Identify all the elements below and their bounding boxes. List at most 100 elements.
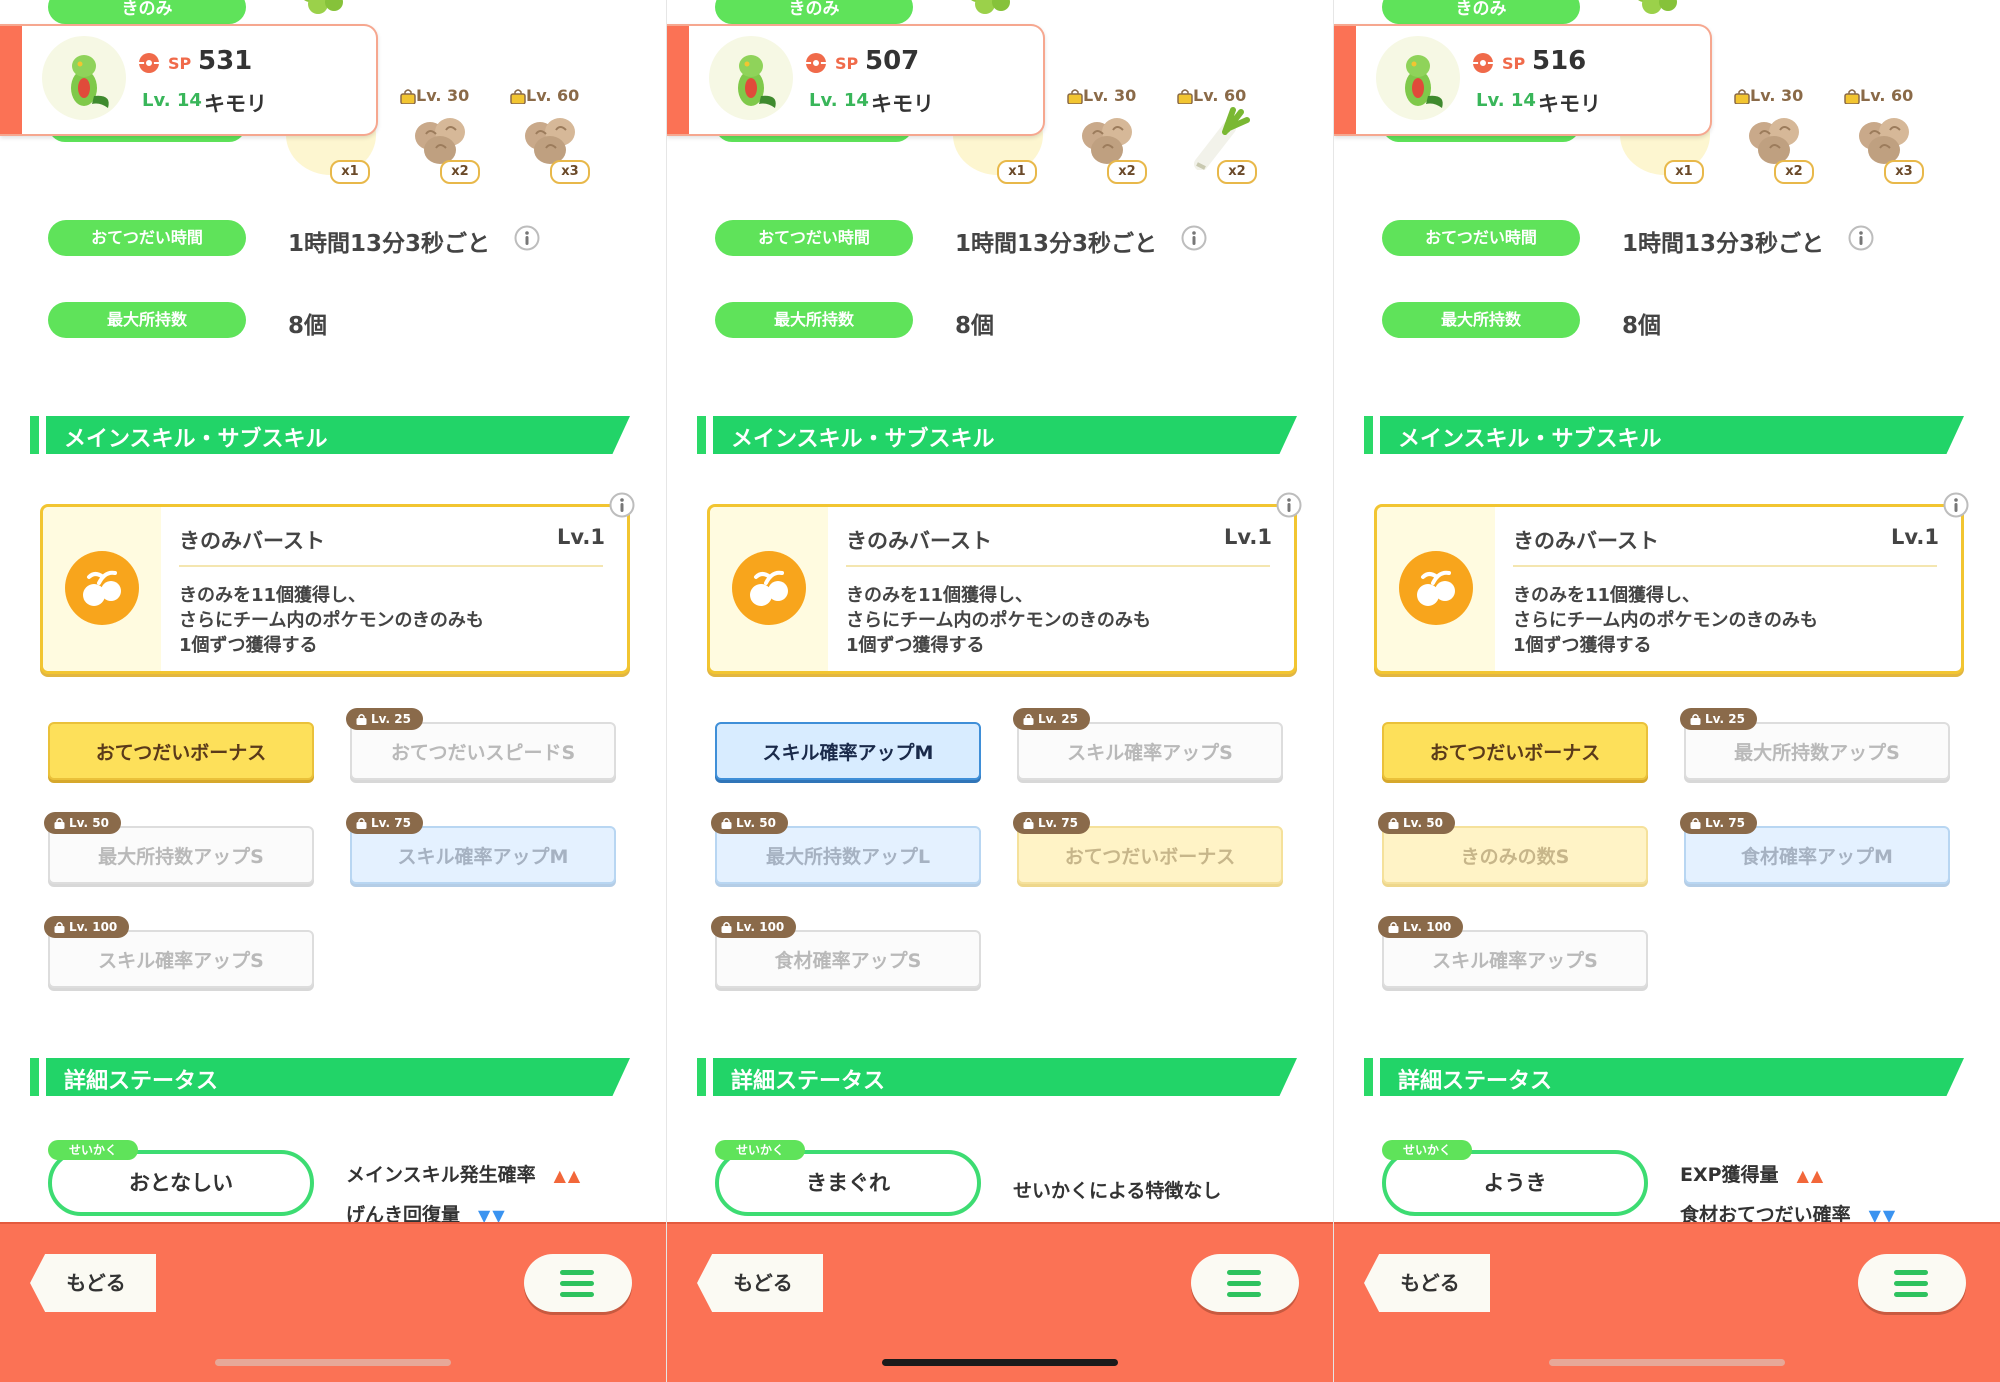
max-carry-label: 最大所持数 xyxy=(1382,302,1580,338)
section-marker xyxy=(30,416,39,454)
level-lock-badge: Lv. 30 xyxy=(400,86,469,105)
pokemon-level: Lv. 14 xyxy=(809,90,869,111)
home-indicator[interactable] xyxy=(215,1359,451,1366)
section-title: メインスキル・サブスキル xyxy=(1398,427,1662,452)
main-skill-level: Lv.1 xyxy=(1891,525,1939,549)
desc-line: 1個ずつ獲得する xyxy=(846,635,985,656)
nature-effect: EXP獲得量 ▲▲ xyxy=(1680,1160,1825,1187)
main-skill-card[interactable]: きのみバースト Lv.1 きのみを11個獲得し、 さらにチーム内のポケモンのきの… xyxy=(707,504,1297,674)
ingredient-slot-1[interactable]: x1 xyxy=(1624,86,1706,184)
ingredient-slot-3[interactable]: Lv. 60 x2 xyxy=(1177,86,1259,184)
section-header-details: 詳細ステータス xyxy=(30,1058,630,1096)
lock-icon xyxy=(1734,89,1750,105)
desc-line: きのみを11個獲得し、 xyxy=(179,585,367,606)
menu-button[interactable] xyxy=(1191,1254,1299,1312)
back-button[interactable]: もどる xyxy=(30,1254,156,1312)
ingredient-slot-1[interactable]: x1 xyxy=(957,86,1039,184)
category-label: きのみ xyxy=(1382,0,1580,24)
section-marker xyxy=(30,1058,39,1096)
subskill-lv50[interactable]: 最大所持数アップS xyxy=(48,826,314,884)
card-accent-stripe xyxy=(667,26,689,134)
berry-icon xyxy=(304,0,343,14)
ingredient-count: x2 xyxy=(1217,160,1257,184)
lock-level: Lv. 50 xyxy=(1403,816,1443,830)
sp-value: 531 xyxy=(198,46,253,76)
nature-effect: せいかくによる特徴なし xyxy=(1013,1176,1221,1203)
subskill-lv75[interactable]: おてつだいボーナス xyxy=(1017,826,1283,884)
section-header-details: 詳細ステータス xyxy=(1364,1058,1964,1096)
menu-icon xyxy=(560,1292,594,1297)
section-header-skills: メインスキル・サブスキル xyxy=(1364,416,1964,454)
lock-level: Lv. 25 xyxy=(371,712,411,726)
nature-effect-text: メインスキル発生確率 xyxy=(346,1164,536,1186)
subskill-lv100[interactable]: スキル確率アップS xyxy=(48,930,314,988)
subskill-lv100[interactable]: 食材確率アップS xyxy=(715,930,981,988)
lock-level: Lv. 60 xyxy=(1860,86,1914,105)
ingredient-count: x3 xyxy=(550,160,590,184)
subskill-lv100[interactable]: スキル確率アップS xyxy=(1382,930,1648,988)
subskill-lv50[interactable]: 最大所持数アップL xyxy=(715,826,981,884)
lock-level: Lv. 100 xyxy=(1403,920,1452,934)
ingredient-slot-2[interactable]: Lv. 30 x2 xyxy=(1067,86,1149,184)
level-lock-badge: Lv. 100 xyxy=(44,916,130,938)
main-skill-card[interactable]: きのみバースト Lv.1 きのみを11個獲得し、 さらにチーム内のポケモンのきの… xyxy=(40,504,630,674)
subskill-base[interactable]: スキル確率アップM xyxy=(715,722,981,780)
section-title: 詳細ステータス xyxy=(1398,1069,1553,1094)
info-icon[interactable] xyxy=(1276,492,1302,518)
ingredient-slot-1[interactable]: x1 xyxy=(290,86,372,184)
subskill-base[interactable]: おてつだいボーナス xyxy=(48,722,314,780)
subskill-lv75[interactable]: 食材確率アップM xyxy=(1684,826,1950,884)
category-label: きのみ xyxy=(715,0,913,24)
sp-label: SP xyxy=(168,54,192,73)
level-lock-badge: Lv. 75 xyxy=(1680,812,1757,834)
bottom-bar: もどる xyxy=(0,1222,666,1382)
main-skill-name: きのみバースト xyxy=(846,529,992,553)
nature-tag: せいかく xyxy=(715,1140,805,1160)
subskill-lv25[interactable]: スキル確率アップS xyxy=(1017,722,1283,780)
info-icon[interactable] xyxy=(514,225,540,251)
level-lock-badge: Lv. 100 xyxy=(711,916,797,938)
info-icon[interactable] xyxy=(609,492,635,518)
berry-burst-icon xyxy=(732,551,806,625)
section-marker xyxy=(1364,1058,1373,1096)
desc-line: きのみを11個獲得し、 xyxy=(1513,585,1701,606)
lock-icon xyxy=(721,818,732,829)
info-icon[interactable] xyxy=(1943,492,1969,518)
pokeball-icon xyxy=(806,53,826,73)
pokemon-name: キモリ xyxy=(871,92,934,116)
ingredient-slot-2[interactable]: Lv. 30 x2 xyxy=(400,86,482,184)
home-indicator[interactable] xyxy=(1549,1359,1785,1366)
home-indicator[interactable] xyxy=(882,1359,1118,1366)
nature-effect-text: せいかくによる特徴なし xyxy=(1013,1180,1222,1202)
level-lock-badge: Lv. 60 xyxy=(1844,86,1913,105)
menu-icon xyxy=(560,1270,594,1275)
level-lock-badge: Lv. 25 xyxy=(346,708,423,730)
lock-level: Lv. 30 xyxy=(1750,86,1804,105)
menu-icon xyxy=(1894,1281,1928,1286)
subskill-lv25[interactable]: 最大所持数アップS xyxy=(1684,722,1950,780)
info-icon[interactable] xyxy=(1181,225,1207,251)
subskill-lv50[interactable]: きのみの数S xyxy=(1382,826,1648,884)
pokemon-detail-screen-3: きのみ SP 516 Lv. 14 キモリ x1 Lv. 30 x2 Lv. 6… xyxy=(1333,0,2000,1382)
avatar xyxy=(709,36,793,120)
lock-icon xyxy=(1690,714,1701,725)
level-lock-badge: Lv. 60 xyxy=(510,86,579,105)
subskill-base[interactable]: おてつだいボーナス xyxy=(1382,722,1648,780)
pokemon-detail-screen-1: きのみ SP 531 Lv. 14 キモリ x1 Lv. 30 x2 Lv. 6… xyxy=(0,0,666,1382)
menu-button[interactable] xyxy=(524,1254,632,1312)
back-button[interactable]: もどる xyxy=(1364,1254,1490,1312)
nature-tag: せいかく xyxy=(48,1140,138,1160)
back-button[interactable]: もどる xyxy=(697,1254,823,1312)
ingredient-count: x2 xyxy=(1774,160,1814,184)
info-icon[interactable] xyxy=(1848,225,1874,251)
main-skill-card[interactable]: きのみバースト Lv.1 きのみを11個獲得し、 さらにチーム内のポケモンのきの… xyxy=(1374,504,1964,674)
subskill-lv75[interactable]: スキル確率アップM xyxy=(350,826,616,884)
ingredient-slot-3[interactable]: Lv. 60 x3 xyxy=(1844,86,1926,184)
lock-icon xyxy=(356,714,367,725)
ingredient-slot-2[interactable]: Lv. 30 x2 xyxy=(1734,86,1816,184)
ingredient-slot-3[interactable]: Lv. 60 x3 xyxy=(510,86,592,184)
menu-button[interactable] xyxy=(1858,1254,1966,1312)
lock-level: Lv. 60 xyxy=(526,86,580,105)
subskill-lv25[interactable]: おてつだいスピードS xyxy=(350,722,616,780)
ingredient-count: x1 xyxy=(1664,160,1704,184)
